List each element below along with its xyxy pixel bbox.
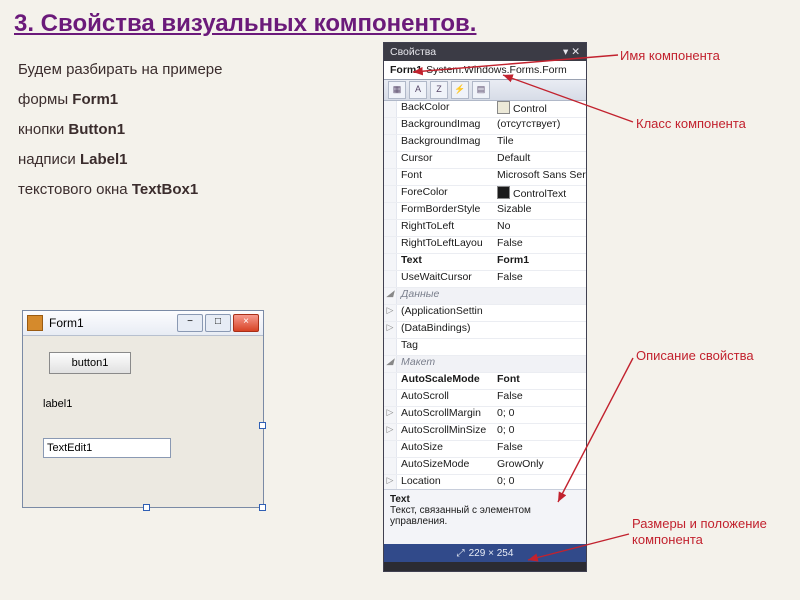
property-row[interactable]: BackColorControl (384, 101, 586, 118)
property-row[interactable]: AutoSizeModeGrowOnly (384, 458, 586, 475)
property-category[interactable]: ◢Макет (384, 356, 586, 373)
callout-class: Класс компонента (636, 116, 776, 132)
property-row[interactable]: AutoScrollFalse (384, 390, 586, 407)
property-row[interactable]: ▷AutoScrollMargin0; 0 (384, 407, 586, 424)
property-row[interactable]: ▷Location0; 0 (384, 475, 586, 489)
property-row[interactable]: RightToLeftLayouFalse (384, 237, 586, 254)
intro-text: Будем разбирать на примере формы Form1 к… (18, 55, 328, 205)
property-row[interactable]: ▷AutoScrollMinSize0; 0 (384, 424, 586, 441)
property-row[interactable]: ▷(ApplicationSettin (384, 305, 586, 322)
page-title: 3. Свойства визуальных компонентов. (0, 0, 800, 42)
property-row[interactable]: FontMicrosoft Sans Serif (384, 169, 586, 186)
callout-name: Имя компонента (620, 48, 760, 64)
size-icon: ⤢ (457, 548, 465, 559)
titlebar[interactable]: Form1 − □ × (23, 311, 263, 336)
maximize-button[interactable]: □ (205, 314, 231, 332)
property-row[interactable]: FormBorderStyleSizable (384, 203, 586, 220)
component-name: Form1 (390, 64, 422, 76)
property-category[interactable]: ◢Данные (384, 288, 586, 305)
property-row[interactable]: RightToLeftNo (384, 220, 586, 237)
property-row[interactable]: UseWaitCursorFalse (384, 271, 586, 288)
object-selector[interactable]: Form1 System.Windows.Forms.Form (384, 61, 586, 80)
panel-header-buttons[interactable]: ▾ ✕ (563, 46, 580, 58)
pages-icon[interactable]: ▤ (472, 81, 490, 99)
alpha-icon[interactable]: A (409, 81, 427, 99)
property-row[interactable]: AutoScaleModeFont (384, 373, 586, 390)
property-row[interactable]: CursorDefault (384, 152, 586, 169)
textedit1[interactable] (43, 438, 171, 458)
properties-panel: Свойства ▾ ✕ Form1 System.Windows.Forms.… (383, 42, 587, 572)
close-button[interactable]: × (233, 314, 259, 332)
callout-desc: Описание свойства (636, 348, 776, 364)
size-value: 229 × 254 (469, 548, 514, 559)
property-row[interactable]: AutoSizeFalse (384, 441, 586, 458)
callout-size: Размеры и положение компонента (632, 516, 772, 547)
property-description: Text Текст, связанный с элементом управл… (384, 489, 586, 544)
minimize-button[interactable]: − (177, 314, 203, 332)
panel-toolbar: ▦ A Z ⚡ ▤ (384, 80, 586, 101)
component-class: System.Windows.Forms.Form (426, 64, 567, 76)
form-preview-window: Form1 − □ × button1 label1 (22, 310, 264, 508)
property-row[interactable]: BackgroundImagTile (384, 135, 586, 152)
panel-header[interactable]: Свойства ▾ ✕ (384, 43, 586, 61)
form-icon (27, 315, 43, 331)
label1: label1 (43, 398, 72, 410)
status-bar: ⤢ 229 × 254 (384, 544, 586, 562)
window-title: Form1 (49, 316, 175, 330)
button1[interactable]: button1 (49, 352, 131, 374)
property-row[interactable]: BackgroundImag(отсутствует) (384, 118, 586, 135)
property-row[interactable]: TextForm1 (384, 254, 586, 271)
sort-icon[interactable]: Z (430, 81, 448, 99)
property-row[interactable]: ▷(DataBindings) (384, 322, 586, 339)
property-row[interactable]: Tag (384, 339, 586, 356)
property-grid[interactable]: BackColorControlBackgroundImag(отсутству… (384, 101, 586, 489)
categorized-icon[interactable]: ▦ (388, 81, 406, 99)
events-icon[interactable]: ⚡ (451, 81, 469, 99)
property-row[interactable]: ForeColorControlText (384, 186, 586, 203)
